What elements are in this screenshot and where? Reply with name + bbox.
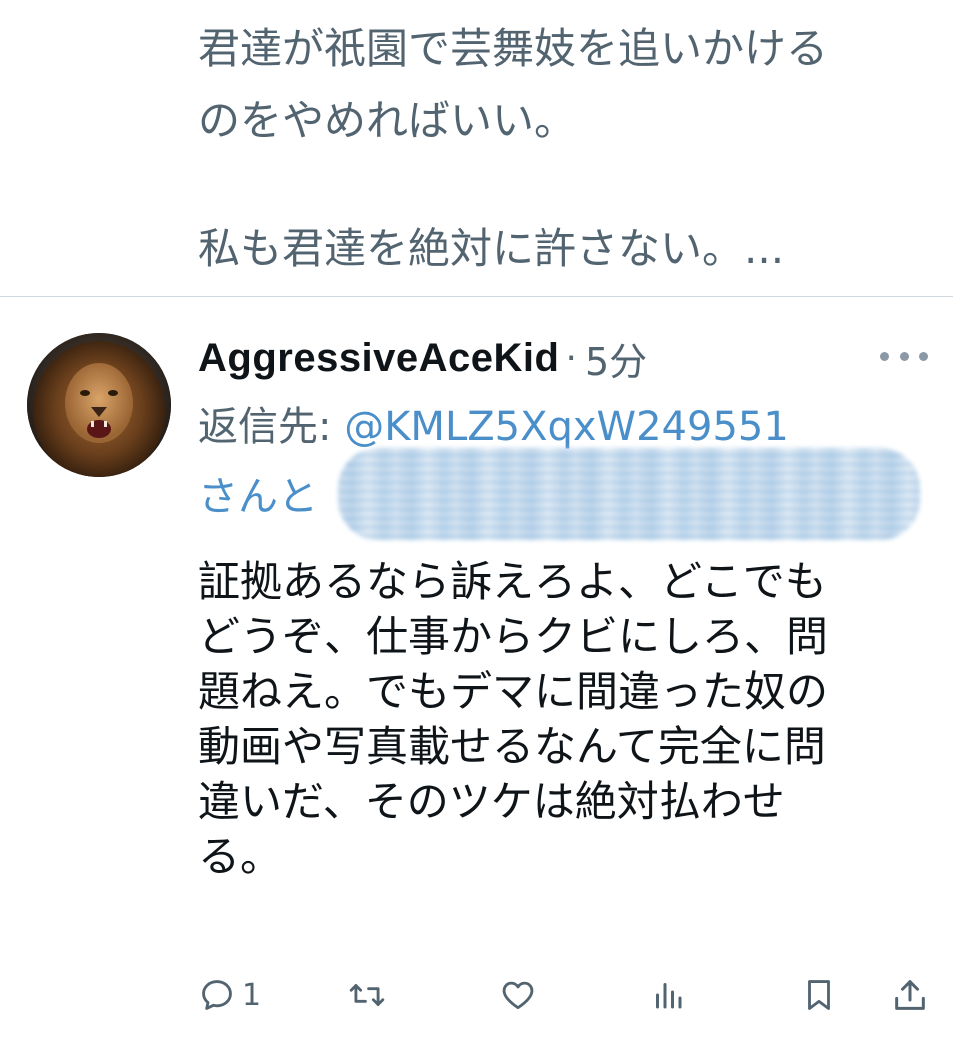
redacted-handles-scribble bbox=[338, 448, 920, 540]
reply-count: 1 bbox=[242, 977, 262, 1013]
reply-button[interactable]: 1 bbox=[198, 968, 261, 1022]
timestamp[interactable]: 5分 bbox=[585, 331, 647, 386]
separator-dot: · bbox=[565, 337, 577, 379]
share-button[interactable] bbox=[890, 968, 930, 1022]
tweet-body-line: 違いだ、そのツケは絶対払わせ bbox=[198, 777, 785, 826]
reply-suffix: さんと bbox=[198, 474, 318, 520]
tweet-body-line: る。 bbox=[198, 832, 283, 881]
reply-label: 返信先: bbox=[198, 404, 345, 450]
more-dot bbox=[919, 351, 928, 361]
tweet-body-line: 動画や写真載せるなんて完全に問 bbox=[198, 722, 826, 771]
avatar[interactable] bbox=[27, 333, 171, 477]
more-icon[interactable] bbox=[876, 336, 932, 376]
more-dot bbox=[899, 351, 909, 361]
retweet-icon bbox=[349, 984, 385, 1006]
views-button[interactable] bbox=[650, 968, 686, 1022]
share-upload-icon bbox=[895, 980, 925, 1010]
tweet-divider bbox=[0, 296, 953, 297]
more-dot bbox=[880, 351, 889, 361]
comment-bubble-icon bbox=[202, 980, 232, 1010]
replying-to: 返信先: @KMLZ5XqxW249551 bbox=[198, 404, 789, 450]
previous-tweet-line: のをやめればいい。 bbox=[198, 96, 577, 145]
tweet-body-line: 証拠あるなら訴えろよ、どこでも bbox=[198, 557, 827, 606]
heart-icon bbox=[502, 981, 534, 1010]
like-button[interactable] bbox=[498, 968, 538, 1022]
tweet-body-line: どうぞ、仕事からクビにしろ、問 bbox=[198, 612, 829, 661]
lion-avatar-image bbox=[27, 333, 171, 477]
previous-tweet-line: 君達が祇園で芸舞妓を追いかける bbox=[198, 24, 829, 73]
previous-tweet-line: 私も君達を絶対に許さない。... bbox=[198, 224, 785, 273]
display-name[interactable]: AggressiveAceKid bbox=[198, 336, 559, 381]
tweet-body-line: 題ねえ。でもデマに間違った奴の bbox=[198, 667, 829, 716]
analytics-bars-icon bbox=[656, 983, 682, 1009]
reply-mention-link[interactable]: @KMLZ5XqxW249551 bbox=[344, 404, 789, 450]
retweet-button[interactable] bbox=[346, 968, 388, 1022]
replying-to-others[interactable]: さんと bbox=[198, 474, 318, 520]
bookmark-button[interactable] bbox=[800, 968, 838, 1022]
bookmark-icon bbox=[808, 980, 830, 1010]
previous-tweet-text[interactable]: ​ 君達が祇園で芸舞妓を追いかける のをやめればいい。 私も君達を絶対に許さない… bbox=[198, 0, 938, 296]
tweet-action-bar: 1 bbox=[0, 968, 953, 1022]
tweet-header: AggressiveAceKid · 5分 bbox=[198, 330, 647, 386]
tweet-body: 証拠あるなら訴えろよ、どこでも どうぞ、仕事からクビにしろ、問 題ねえ。でもデマ… bbox=[198, 554, 938, 884]
